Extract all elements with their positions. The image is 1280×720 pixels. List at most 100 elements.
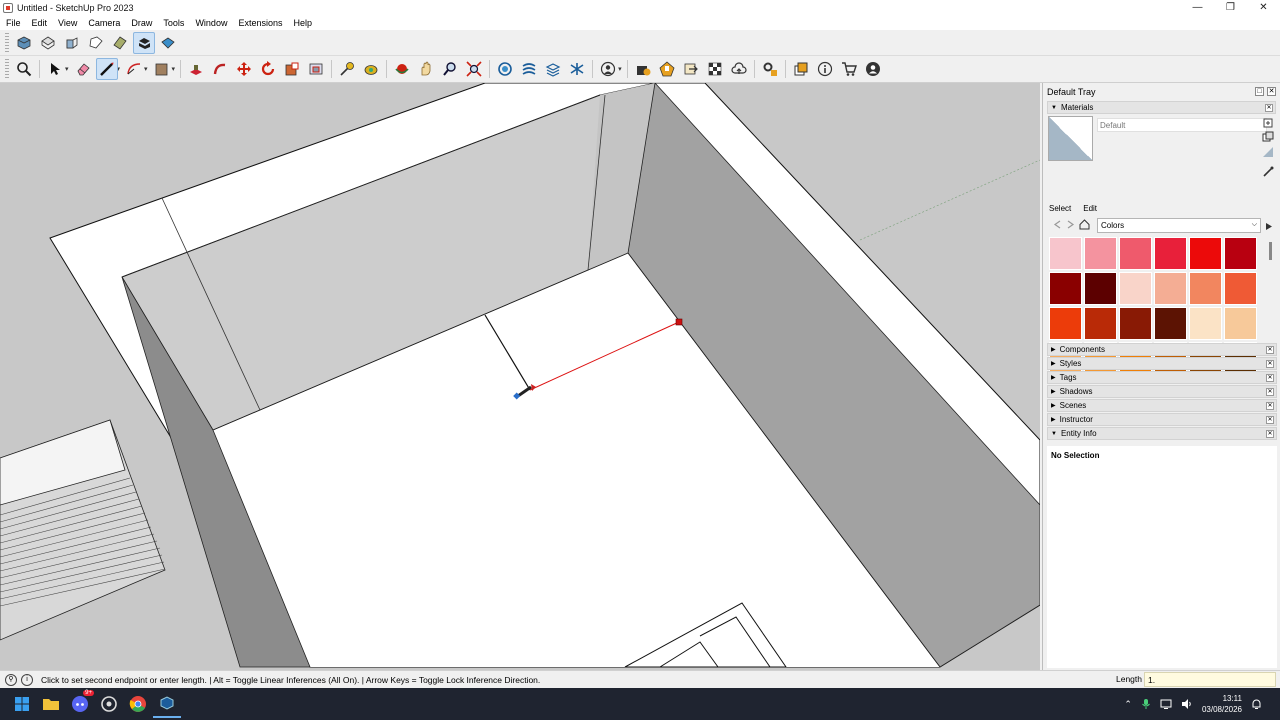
follow-me-tool-icon[interactable] [209,58,231,80]
panel-close-icon[interactable]: ✕ [1266,360,1274,368]
clock[interactable]: 13:11 03/08/2026 [1202,693,1242,715]
tags-panel-header[interactable]: ▶ Tags ✕ [1047,371,1277,384]
rotate-tool-icon[interactable] [257,58,279,80]
material-preview[interactable] [1048,116,1093,161]
color-swatch[interactable] [1154,272,1187,305]
eraser-tool-icon[interactable] [72,58,94,80]
top-view-icon[interactable] [37,32,59,54]
minimize-button[interactable]: — [1181,0,1214,15]
zoom-extents-tool-icon[interactable] [463,58,485,80]
color-swatch[interactable] [1189,237,1222,270]
instructor-panel-header[interactable]: ▶ Instructor ✕ [1047,413,1277,426]
extension-manager-icon[interactable] [759,58,781,80]
color-swatch[interactable] [1154,307,1187,340]
color-swatch[interactable] [1189,272,1222,305]
warehouse-icon[interactable] [632,58,654,80]
account-icon[interactable] [597,58,619,80]
offset-tool-icon[interactable] [305,58,327,80]
toolbar-grip[interactable] [5,32,9,53]
back-view-icon[interactable] [109,32,131,54]
move-tool-icon[interactable] [233,58,255,80]
solid-tools-icon[interactable] [494,58,516,80]
color-swatch[interactable] [1224,272,1257,305]
front-view-icon[interactable] [61,32,83,54]
panel-close-icon[interactable]: ✕ [1265,104,1273,112]
panel-close-icon[interactable]: ✕ [1266,388,1274,396]
shadows-panel-header[interactable]: ▶ Shadows ✕ [1047,385,1277,398]
github-desktop-icon[interactable] [95,690,123,718]
iso-view-icon[interactable] [13,32,35,54]
tray-pin-icon[interactable]: □ [1255,87,1264,96]
search-icon[interactable] [13,58,35,80]
cart-icon[interactable] [838,58,860,80]
styles-panel-header[interactable]: ▶ Styles ✕ [1047,357,1277,370]
menu-camera[interactable]: Camera [82,18,125,28]
sketchup-taskbar-icon[interactable] [153,690,181,718]
panel-close-icon[interactable]: ✕ [1266,430,1274,438]
menu-extensions[interactable]: Extensions [232,18,287,28]
discord-icon[interactable]: 9+ [66,690,94,718]
push-pull-tool-icon[interactable] [185,58,207,80]
swatch-scrollbar[interactable] [1269,242,1272,260]
components-panel-header[interactable]: ▶ Components ✕ [1047,343,1277,356]
panel-close-icon[interactable]: ✕ [1266,374,1274,382]
color-swatch[interactable] [1084,307,1117,340]
maximize-button[interactable]: ❐ [1214,0,1247,15]
color-swatch[interactable] [1049,307,1082,340]
material-name-field[interactable]: Default [1097,118,1267,132]
panel-close-icon[interactable]: ✕ [1266,416,1274,424]
line-tool-icon[interactable] [95,58,118,80]
menu-edit[interactable]: Edit [26,18,53,28]
paint-bucket-tool-icon[interactable] [360,58,382,80]
materials-panel-header[interactable]: ▼ Materials ✕ [1047,101,1276,114]
geo-location-icon[interactable]: ⚲ [5,673,17,686]
pan-tool-icon[interactable] [415,58,437,80]
zoom-tool-icon[interactable] [439,58,461,80]
tape-measure-tool-icon[interactable] [336,58,358,80]
scale-tool-icon[interactable] [281,58,303,80]
profile-icon[interactable] [862,58,884,80]
material-checker-icon[interactable] [704,58,726,80]
menu-help[interactable]: Help [287,18,317,28]
tab-select[interactable]: Select [1048,203,1072,214]
panel-close-icon[interactable]: ✕ [1266,346,1274,354]
measurement-input[interactable]: 1. [1144,672,1276,687]
close-button[interactable]: ✕ [1247,0,1280,15]
chrome-icon[interactable] [124,690,152,718]
sandbox-scratch-icon[interactable] [542,58,564,80]
start-button[interactable] [8,690,36,718]
color-swatch[interactable] [1119,237,1152,270]
layout-icon[interactable] [790,58,812,80]
shape-tool-icon[interactable] [151,58,173,80]
tray-close-icon[interactable]: ✕ [1267,87,1276,96]
menu-window[interactable]: Window [189,18,232,28]
color-swatch[interactable] [1224,237,1257,270]
material-library-dropdown[interactable]: Colors ⌵ [1097,218,1261,233]
color-swatch[interactable] [1049,272,1082,305]
menu-view[interactable]: View [52,18,82,28]
right-view-icon[interactable] [85,32,107,54]
export-icon[interactable] [680,58,702,80]
cloud-upload-icon[interactable] [728,58,750,80]
add-location-icon[interactable] [656,58,678,80]
entity-info-panel-header[interactable]: ▼ Entity Info ✕ [1047,427,1277,440]
info-icon[interactable] [814,58,836,80]
arc-tool-icon[interactable] [123,58,145,80]
orbit-tool-icon[interactable] [391,58,413,80]
instructor-info-icon[interactable]: i [21,673,33,686]
menu-draw[interactable]: Draw [125,18,157,28]
color-swatch[interactable] [1049,237,1082,270]
select-tool-icon[interactable] [44,58,66,80]
tab-edit[interactable]: Edit [1082,203,1098,214]
model-canvas[interactable] [0,83,1040,670]
panel-close-icon[interactable]: ✕ [1266,402,1274,410]
menu-file[interactable]: File [0,18,26,28]
color-swatch[interactable] [1224,307,1257,340]
scenes-panel-header[interactable]: ▶ Scenes ✕ [1047,399,1277,412]
show-hidden-icons-icon[interactable]: ⌃ [1124,699,1132,710]
bottom-view-icon[interactable] [157,32,179,54]
drawing-viewport[interactable] [0,83,1040,670]
file-explorer-icon[interactable] [37,690,65,718]
sandbox-smoove-icon[interactable] [566,58,588,80]
color-swatch[interactable] [1189,307,1222,340]
